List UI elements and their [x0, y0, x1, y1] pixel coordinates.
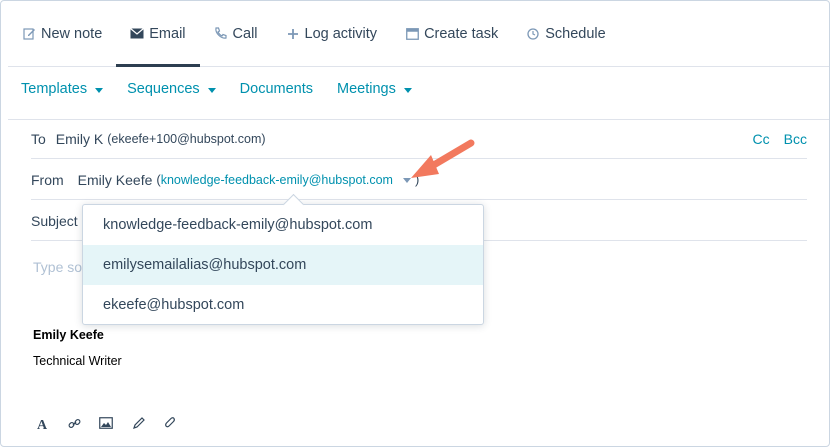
tab-label: Call — [232, 25, 258, 42]
meetings-label: Meetings — [337, 81, 396, 97]
bcc-link[interactable]: Bcc — [784, 131, 807, 147]
recipient-name[interactable]: Emily K — [56, 131, 103, 147]
from-option-label: ekeefe@hubspot.com — [103, 297, 245, 313]
cc-bcc-links: Cc Bcc — [753, 131, 807, 147]
recipient-email: (ekeefe+100@hubspot.com) — [107, 131, 266, 146]
from-option-label: emilysemailalias@hubspot.com — [103, 257, 307, 273]
formatting-toolbar: A — [35, 416, 177, 430]
subject-label: Subject — [31, 212, 78, 229]
tab-log-activity[interactable]: Log activity — [272, 1, 392, 67]
chevron-down-icon — [403, 87, 412, 93]
email-toolbar: Templates Sequences Documents Meetings — [21, 81, 412, 97]
tab-label: Create task — [424, 25, 499, 42]
image-icon[interactable] — [99, 416, 113, 430]
meetings-dropdown[interactable]: Meetings — [337, 81, 412, 97]
from-option-label: knowledge-feedback-emily@hubspot.com — [103, 217, 373, 233]
sender-name: Emily Keefe — [77, 171, 153, 188]
svg-text:A: A — [37, 418, 48, 430]
from-email-select[interactable]: knowledge-feedback-emily@hubspot.com — [161, 173, 393, 187]
pen-icon[interactable] — [131, 416, 145, 430]
templates-label: Templates — [21, 81, 88, 97]
sequences-dropdown[interactable]: Sequences — [127, 81, 216, 97]
attachment-icon[interactable] — [163, 416, 177, 430]
text-format-icon[interactable]: A — [35, 416, 49, 430]
tab-schedule[interactable]: Schedule — [512, 1, 619, 67]
from-email-dropdown: knowledge-feedback-emily@hubspot.com emi… — [82, 204, 484, 325]
from-label: From — [31, 171, 64, 188]
clock-icon — [526, 27, 540, 41]
templates-dropdown[interactable]: Templates — [21, 81, 104, 97]
documents-link[interactable]: Documents — [240, 81, 313, 97]
tab-label: Schedule — [545, 25, 606, 42]
annotation-arrow-icon — [411, 139, 475, 178]
signature-name: Emily Keefe — [33, 328, 104, 342]
from-option[interactable]: ekeefe@hubspot.com — [83, 285, 483, 325]
tab-new-note[interactable]: New note — [8, 1, 116, 67]
activity-tabs: New note Email Call Log activity Create … — [8, 1, 829, 67]
plus-icon — [286, 27, 300, 41]
from-option[interactable]: emilysemailalias@hubspot.com — [83, 245, 483, 285]
chevron-down-icon — [207, 87, 216, 93]
phone-icon — [214, 27, 228, 41]
tab-email[interactable]: Email — [116, 1, 200, 67]
tab-label: Email — [149, 25, 186, 42]
signature-title: Technical Writer — [33, 354, 122, 368]
documents-label: Documents — [239, 81, 313, 97]
chevron-down-icon — [95, 87, 104, 93]
from-option[interactable]: knowledge-feedback-emily@hubspot.com — [83, 205, 483, 245]
sequences-label: Sequences — [127, 81, 200, 97]
to-label: To — [31, 130, 46, 147]
tab-label: Log activity — [304, 25, 378, 42]
tab-label: New note — [41, 25, 103, 42]
cc-link[interactable]: Cc — [753, 131, 770, 147]
task-icon — [405, 27, 419, 41]
envelope-icon — [130, 27, 145, 41]
link-icon[interactable] — [67, 416, 81, 430]
email-composer: New note Email Call Log activity Create … — [0, 0, 830, 447]
pencil-icon — [22, 27, 36, 41]
email-body-placeholder[interactable]: Type so — [33, 259, 82, 275]
tab-create-task[interactable]: Create task — [391, 1, 512, 67]
tab-call[interactable]: Call — [200, 1, 272, 67]
